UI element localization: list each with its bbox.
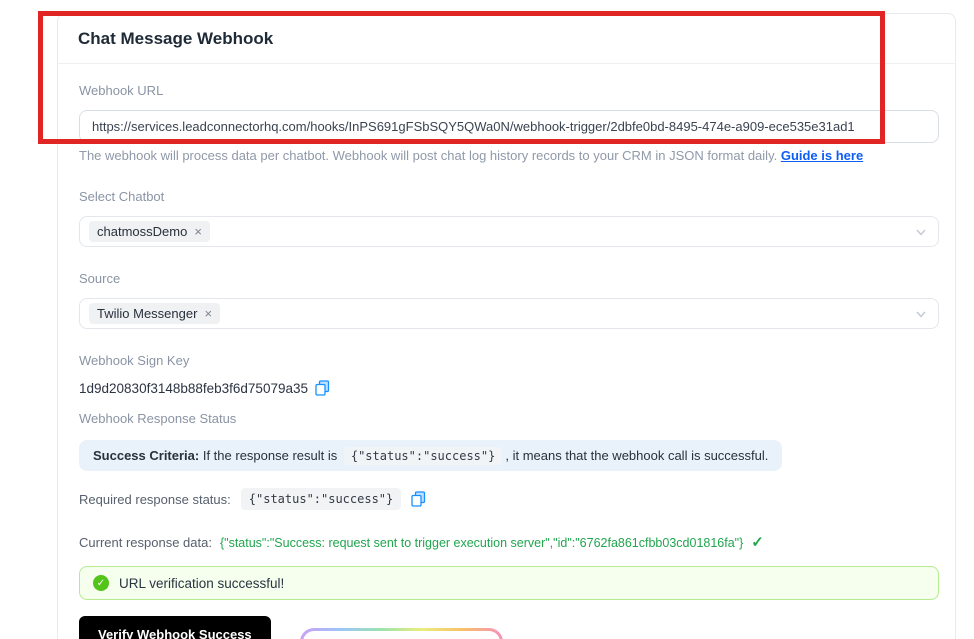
remove-chatbot-tag-icon[interactable]: × bbox=[194, 225, 202, 238]
source-tag: Twilio Messenger × bbox=[89, 303, 221, 324]
sign-key-value: 1d9d20830f3148b88feb3f6d75079a35 bbox=[79, 380, 308, 396]
verification-success-text: URL verification successful! bbox=[119, 575, 285, 591]
copy-icon[interactable] bbox=[411, 491, 426, 507]
chevron-down-icon bbox=[916, 311, 926, 318]
chatbot-tag-label: chatmossDemo bbox=[97, 224, 188, 239]
description-text: The webhook will process data per chatbo… bbox=[79, 148, 781, 163]
webhook-description: The webhook will process data per chatbo… bbox=[79, 148, 939, 163]
card-header: Chat Message Webhook bbox=[58, 14, 955, 64]
guide-link[interactable]: Guide is here bbox=[781, 148, 863, 163]
sign-key-label: Webhook Sign Key bbox=[79, 353, 190, 368]
chatbot-select[interactable]: chatmossDemo × bbox=[79, 216, 939, 247]
copy-icon[interactable] bbox=[315, 380, 330, 396]
current-response-value: {"status":"Success: request sent to trig… bbox=[219, 536, 744, 550]
webhook-settings-card: Chat Message Webhook Webhook URL The web… bbox=[57, 13, 956, 639]
required-status-row: Required response status: {"status":"suc… bbox=[79, 488, 939, 510]
rainbow-gradient-panel bbox=[300, 628, 503, 639]
source-select[interactable]: Twilio Messenger × bbox=[79, 298, 939, 329]
webhook-url-input[interactable] bbox=[79, 110, 939, 143]
sign-key-row: 1d9d20830f3148b88feb3f6d75079a35 bbox=[79, 380, 939, 396]
required-status-code: {"status":"success"} bbox=[240, 488, 402, 510]
source-tag-label: Twilio Messenger bbox=[97, 306, 198, 321]
criteria-heading: Success Criteria: bbox=[93, 448, 200, 463]
current-response-label: Current response data: bbox=[79, 535, 212, 550]
criteria-text-post: , it means that the webhook call is succ… bbox=[505, 448, 769, 463]
check-icon: ✓ bbox=[751, 534, 764, 551]
webhook-url-label: Webhook URL bbox=[79, 83, 164, 98]
page-title: Chat Message Webhook bbox=[78, 28, 274, 48]
chevron-down-icon bbox=[916, 229, 926, 236]
card-body: Webhook URL The webhook will process dat… bbox=[58, 83, 955, 639]
source-label: Source bbox=[79, 271, 121, 286]
response-status-label: Webhook Response Status bbox=[79, 411, 237, 426]
verification-success-alert: ✓ URL verification successful! bbox=[79, 566, 939, 600]
verify-webhook-button[interactable]: Verify Webhook Success bbox=[79, 616, 271, 639]
success-check-icon: ✓ bbox=[93, 575, 109, 591]
success-criteria-info-box: Success Criteria: If the response result… bbox=[79, 440, 783, 471]
required-status-label: Required response status: bbox=[79, 491, 231, 507]
current-response-row: Current response data: {"status":"Succes… bbox=[79, 533, 939, 551]
criteria-code: {"status":"success"} bbox=[343, 447, 503, 465]
remove-source-tag-icon[interactable]: × bbox=[204, 307, 212, 320]
chatbot-tag: chatmossDemo × bbox=[89, 221, 210, 242]
criteria-text-pre: If the response result is bbox=[199, 448, 341, 463]
select-chatbot-label: Select Chatbot bbox=[79, 189, 165, 204]
